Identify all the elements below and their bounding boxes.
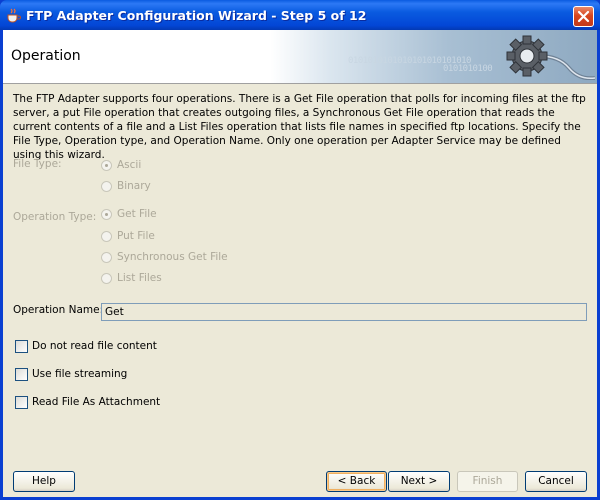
close-icon [577, 10, 590, 23]
window-title: FTP Adapter Configuration Wizard - Step … [26, 8, 367, 23]
attachment-checkbox[interactable] [15, 396, 28, 409]
radio-list-files-circle[interactable] [101, 273, 112, 284]
binary-decoration-2: 0101010100 [443, 64, 493, 74]
radio-sync-get-file-circle[interactable] [101, 252, 112, 263]
radio-list-files-label: List Files [117, 272, 162, 284]
finish-button[interactable]: Finish [457, 471, 518, 492]
radio-get-file-label: Get File [117, 208, 157, 220]
header-band: 0101010101010101010101010 0101010100 Ope… [3, 30, 597, 84]
attachment-label: Read File As Attachment [32, 396, 161, 408]
do-not-read-checkbox[interactable] [15, 340, 28, 353]
operation-name-field[interactable]: Get [101, 303, 587, 321]
description-text: The FTP Adapter supports four operations… [13, 93, 586, 161]
radio-ascii-circle[interactable] [101, 160, 112, 171]
help-button[interactable]: Help [13, 471, 75, 492]
next-button[interactable]: Next > [388, 471, 450, 492]
streaming-checkbox[interactable] [15, 368, 28, 381]
radio-ascii-label: Ascii [117, 159, 142, 171]
back-button[interactable]: < Back [326, 471, 387, 492]
gear-plug-icon [506, 35, 595, 80]
operation-name-label: Operation Name: [13, 304, 104, 316]
radio-get-file-circle[interactable] [101, 209, 112, 220]
file-type-label: File Type: [13, 158, 62, 170]
cancel-button[interactable]: Cancel [525, 471, 587, 492]
title-bar[interactable]: FTP Adapter Configuration Wizard - Step … [0, 0, 600, 30]
do-not-read-label: Do not read file content [32, 340, 157, 352]
radio-put-file-label: Put File [117, 230, 155, 242]
close-button[interactable] [573, 6, 594, 27]
radio-sync-get-file-label: Synchronous Get File [117, 251, 228, 263]
streaming-label: Use file streaming [32, 368, 128, 380]
wizard-client-area: 0101010101010101010101010 0101010100 Ope… [3, 30, 597, 497]
radio-put-file-circle[interactable] [101, 231, 112, 242]
radio-binary-label: Binary [117, 180, 151, 192]
wizard-window: FTP Adapter Configuration Wizard - Step … [0, 0, 600, 500]
page-title: Operation [11, 48, 81, 64]
java-cup-icon [7, 8, 21, 23]
operation-type-label: Operation Type: [13, 211, 97, 223]
radio-binary-circle[interactable] [101, 181, 112, 192]
